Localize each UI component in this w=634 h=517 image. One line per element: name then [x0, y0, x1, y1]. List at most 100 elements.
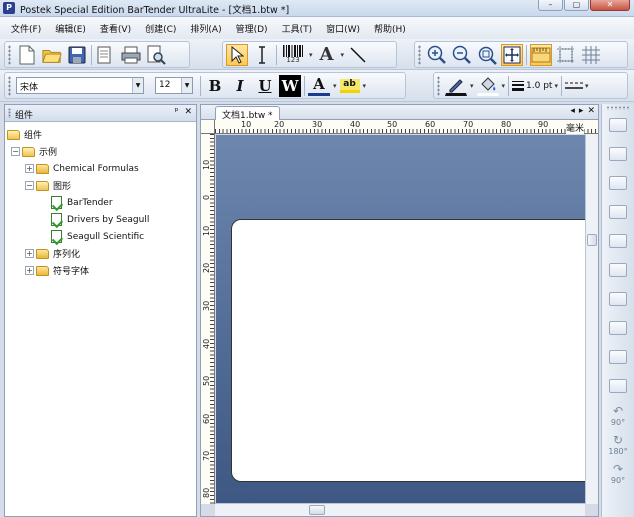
tab-scroll-left-icon[interactable]: ◂: [570, 106, 575, 116]
scrollbar-thumb[interactable]: [309, 505, 325, 515]
align-right-icon[interactable]: [606, 171, 630, 195]
menu-create[interactable]: 创建(C): [142, 20, 179, 37]
close-icon[interactable]: ✕: [587, 106, 595, 116]
maximize-button[interactable]: ▢: [564, 0, 589, 11]
label-template[interactable]: [231, 219, 596, 482]
menu-view[interactable]: 查看(V): [97, 20, 134, 37]
font-size-select[interactable]: 12 ▼: [155, 77, 193, 94]
text-tool-icon[interactable]: A: [316, 44, 338, 66]
chevron-down-icon[interactable]: ▼: [132, 78, 143, 93]
line-color-pen-icon[interactable]: [445, 76, 467, 96]
horizontal-ruler[interactable]: 10 20 30 40 50 60 70 80 90 毫米: [215, 120, 598, 134]
font-name-select[interactable]: 宋体 ▼: [16, 77, 144, 94]
tree-item-root[interactable]: 组件: [7, 126, 196, 143]
vertical-ruler[interactable]: 10 0 10 20 30 40 50 60 70 80: [201, 134, 215, 504]
fill-bucket-icon[interactable]: [476, 76, 499, 96]
menu-window[interactable]: 窗口(W): [323, 20, 363, 37]
tab-document[interactable]: 文档1.btw *: [215, 106, 280, 121]
page-setup-icon[interactable]: [95, 44, 117, 66]
highlight-dropdown-arrow[interactable]: ▾: [363, 82, 367, 90]
minimize-button[interactable]: –: [538, 0, 563, 11]
open-folder-icon[interactable]: [41, 44, 63, 66]
horizontal-scrollbar[interactable]: [215, 503, 585, 516]
line-tool-icon[interactable]: [347, 44, 369, 66]
close-button[interactable]: ✕: [590, 0, 630, 11]
tree-item-chemical-formulas[interactable]: + Chemical Formulas: [7, 160, 196, 177]
save-disk-icon[interactable]: [66, 44, 88, 66]
bold-button[interactable]: B: [204, 75, 226, 97]
tree-item-drivers-by-seagull[interactable]: Drivers by Seagull: [7, 211, 196, 228]
menu-edit[interactable]: 编辑(E): [52, 20, 89, 37]
font-color-dropdown-arrow[interactable]: ▾: [333, 82, 337, 90]
snap-guides-icon[interactable]: [555, 44, 577, 66]
zoom-out-icon[interactable]: [451, 44, 473, 66]
toolbar-grip[interactable]: [606, 106, 630, 110]
align-center-vertical-icon[interactable]: [606, 229, 630, 253]
scrollbar-thumb[interactable]: [587, 234, 597, 246]
line-style-select[interactable]: ▾: [564, 80, 589, 92]
highlight-button[interactable]: ab: [339, 78, 360, 93]
font-color-button[interactable]: A: [308, 75, 330, 96]
zoom-in-icon[interactable]: [426, 44, 448, 66]
menu-file[interactable]: 文件(F): [8, 20, 44, 37]
fill-dropdown-arrow[interactable]: ▾: [502, 82, 506, 90]
expand-icon[interactable]: +: [25, 164, 34, 173]
rotate-left-icon[interactable]: ↶ 90°: [606, 403, 630, 427]
new-document-icon[interactable]: [16, 44, 38, 66]
grid-icon[interactable]: [580, 44, 602, 66]
align-top-icon[interactable]: [606, 200, 630, 224]
menu-administer[interactable]: 管理(D): [233, 20, 271, 37]
tree-item-symbol-fonts[interactable]: + 符号字体: [7, 262, 196, 279]
chevron-down-icon[interactable]: ▾: [554, 82, 558, 90]
toolbar-grip[interactable]: [437, 75, 440, 96]
tree-item-seagull-scientific[interactable]: Seagull Scientific: [7, 228, 196, 245]
expand-icon[interactable]: +: [25, 266, 34, 275]
text-dropdown-arrow[interactable]: ▾: [341, 51, 345, 59]
tree-item-serialization[interactable]: + 序列化: [7, 245, 196, 262]
menu-arrange[interactable]: 排列(A): [187, 20, 224, 37]
print-icon[interactable]: [120, 44, 142, 66]
barcode-dropdown-arrow[interactable]: ▾: [309, 51, 313, 59]
pin-icon[interactable]: ᵖ: [175, 107, 179, 117]
print-preview-icon[interactable]: [145, 44, 167, 66]
design-canvas[interactable]: [216, 135, 596, 504]
tab-scroll-right-icon[interactable]: ▸: [579, 106, 584, 116]
toolbar-grip[interactable]: [418, 44, 421, 65]
center-page-vertical-icon[interactable]: [606, 316, 630, 340]
chevron-down-icon[interactable]: ▼: [181, 78, 192, 93]
menu-tools[interactable]: 工具(T): [279, 20, 316, 37]
tree-item-examples[interactable]: − 示例: [7, 143, 196, 160]
distribute-horizontal-icon[interactable]: [606, 345, 630, 369]
underline-button[interactable]: U: [254, 75, 276, 97]
zoom-fit-icon[interactable]: [476, 44, 498, 66]
align-center-horizontal-icon[interactable]: [606, 142, 630, 166]
text-cursor-icon[interactable]: [251, 44, 273, 66]
rotate-right-icon[interactable]: ↷ 90°: [606, 461, 630, 485]
expand-icon[interactable]: +: [25, 249, 34, 258]
toolbar-grip[interactable]: [8, 44, 11, 65]
italic-button[interactable]: I: [229, 75, 251, 97]
word-art-button[interactable]: W: [279, 74, 301, 97]
fit-page-icon[interactable]: [501, 43, 523, 66]
align-bottom-icon[interactable]: [606, 258, 630, 282]
line-weight-select[interactable]: 1.0 pt ▾: [512, 80, 558, 92]
collapse-icon[interactable]: −: [11, 147, 20, 156]
chevron-down-icon[interactable]: ▾: [585, 82, 589, 90]
ruler-icon[interactable]: [530, 43, 552, 66]
align-toolbar: ↶ 90° ↻ 180° ↷ 90°: [601, 104, 634, 517]
rotate-180-icon[interactable]: ↻ 180°: [606, 432, 630, 456]
close-icon[interactable]: ✕: [184, 107, 192, 117]
align-left-icon[interactable]: [606, 113, 630, 137]
center-page-horizontal-icon[interactable]: [606, 287, 630, 311]
select-pointer-icon[interactable]: [226, 43, 248, 66]
distribute-vertical-icon[interactable]: [606, 374, 630, 398]
vertical-scrollbar[interactable]: [585, 134, 598, 504]
collapse-icon[interactable]: −: [25, 181, 34, 190]
line-color-dropdown-arrow[interactable]: ▾: [470, 82, 474, 90]
panel-grip[interactable]: [8, 108, 11, 118]
barcode-icon[interactable]: 123: [280, 44, 306, 66]
toolbar-grip[interactable]: [8, 75, 11, 96]
tree-item-graphics[interactable]: − 图形: [7, 177, 196, 194]
tree-item-bartender[interactable]: BarTender: [7, 194, 196, 211]
menu-help[interactable]: 帮助(H): [371, 20, 409, 37]
